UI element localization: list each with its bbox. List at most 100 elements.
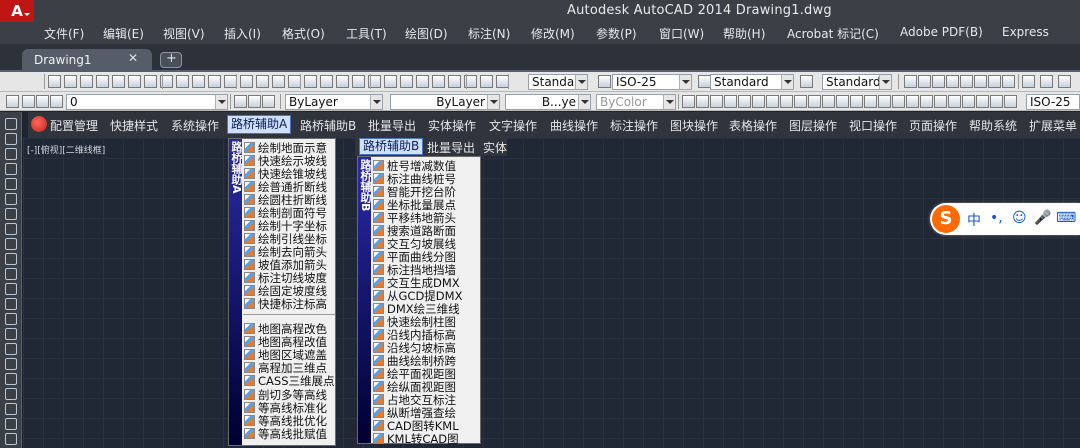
toolbar-button-icon[interactable] [766,95,779,108]
menu-item[interactable]: 绘普通折断线 [244,180,335,194]
toolbar-button-icon[interactable] [248,95,261,108]
toolbar-button-icon[interactable] [1004,95,1017,108]
menu-item[interactable]: 等高线批赋值 [244,427,335,441]
toolbar-button-icon[interactable] [352,75,365,88]
toolbar-button-icon[interactable] [6,95,19,108]
menu-item[interactable]: 绘纵面视距图 [373,380,480,394]
menu-item[interactable]: 绘制去向箭头 [244,245,335,259]
menu-dimension[interactable]: 标注(N) [468,25,510,42]
plugin-menu-text[interactable]: 文字操作 [489,117,537,134]
toolbar-button-icon[interactable] [240,75,253,88]
menu-window[interactable]: 窗口(W) [659,25,704,42]
draw-tool-icon[interactable] [5,403,17,415]
toolbar-button-icon[interactable] [976,95,989,108]
linetype-select[interactable]: ByLayer [390,94,500,110]
plugin-menu-quick-style[interactable]: 快捷样式 [110,117,158,134]
draw-tool-icon[interactable] [5,148,17,160]
draw-tool-icon[interactable] [5,358,17,370]
toolbar-button-icon[interactable] [1022,75,1035,88]
toolbar-button-icon[interactable] [208,75,221,88]
drawing-canvas[interactable] [23,138,1080,448]
menu-item[interactable]: KML转CAD图 [373,432,480,446]
toolbar-button-icon[interactable] [96,75,109,88]
toolbar-button-icon[interactable] [864,95,877,108]
menu-item[interactable]: 从GCD提DMX [373,289,480,303]
toolbar-button-icon[interactable] [808,95,821,108]
toolbar-button-icon[interactable] [962,95,975,108]
draw-tool-icon[interactable] [5,253,17,265]
toolbar-button-icon[interactable] [448,75,461,88]
draw-tool-icon[interactable] [5,193,17,205]
layer-select[interactable]: 0 [66,94,228,110]
menu-item[interactable]: 绘制引线坐标 [244,232,335,246]
menu-tools[interactable]: 工具(T) [346,25,387,42]
submenu-tab-batch-export[interactable]: 批量导出 [427,139,475,156]
menu-item[interactable]: DMX绘三维线 [373,302,480,316]
toolbar-button-icon[interactable] [696,95,709,108]
ime-mode-toggle[interactable]: 中 [967,210,981,230]
viewport-controls[interactable]: [-][俯视][二维线框] [27,143,105,156]
draw-tool-icon[interactable] [5,343,17,355]
toolbar-button-icon[interactable] [906,95,919,108]
toolbar-button-icon[interactable] [988,75,1001,88]
menu-item[interactable]: 地图区域遮盖 [244,348,335,362]
toolbar-button-icon[interactable] [946,75,959,88]
draw-tool-icon[interactable] [5,283,17,295]
tab-drawing1[interactable]: Drawing1 ✕ [22,49,152,72]
toolbar-button-icon[interactable] [50,95,63,108]
plugin-menu-entity[interactable]: 实体操作 [428,117,476,134]
toolbar-button-icon[interactable] [920,95,933,108]
toolbar-button-icon[interactable] [36,95,49,108]
menu-item[interactable]: 纵断增强查绘 [373,406,480,420]
toolbar-button-icon[interactable] [272,75,285,88]
menu-item[interactable]: 交互生成DMX [373,276,480,290]
plugin-menu-page[interactable]: 页面操作 [909,117,957,134]
toolbar-button-icon[interactable] [918,75,931,88]
menu-item[interactable]: 标注挡地挡墙 [373,263,480,277]
toolbar-button-icon[interactable] [974,75,987,88]
draw-tool-icon[interactable] [5,133,17,145]
toolbar-button-icon[interactable] [480,75,493,88]
menu-item[interactable]: 绘制剖面符号 [244,206,335,220]
toolbar-button-icon[interactable] [752,95,765,108]
toolbar-button-icon[interactable] [256,75,269,88]
plugin-menu-road-bridge-a[interactable]: 路桥辅助A [227,115,292,134]
menu-item[interactable]: 搜索道路断面 [373,224,480,238]
autocad-logo-icon[interactable]: A [0,0,34,22]
microphone-icon[interactable]: 🎤 [1034,210,1051,226]
color-select[interactable]: ByLayer [285,94,383,110]
menu-item[interactable]: CAD图转KML [373,419,480,433]
plugin-menu-dimension[interactable]: 标注操作 [610,117,658,134]
draw-tool-icon[interactable] [5,223,17,235]
menu-item[interactable]: 高程加三维点 [244,361,335,375]
plugin-menu-block[interactable]: 图块操作 [670,117,718,134]
draw-tool-icon[interactable] [5,388,17,400]
plotstyle-select[interactable]: ByColor [596,94,676,110]
plugin-menu-road-bridge-b[interactable]: 路桥辅助B [300,117,356,134]
draw-tool-icon[interactable] [5,328,17,340]
draw-tool-icon[interactable] [5,118,17,130]
toolbar-button-icon[interactable] [80,75,93,88]
toolbar-button-icon[interactable] [320,75,333,88]
menu-help[interactable]: 帮助(H) [723,25,765,42]
menu-file[interactable]: 文件(F) [44,25,84,42]
toolbar-button-icon[interactable] [336,75,349,88]
menu-edit[interactable]: 编辑(E) [103,25,144,42]
toolbar-button-icon[interactable] [1040,75,1053,88]
draw-tool-icon[interactable] [5,433,17,445]
menu-item[interactable]: 桩号增减数值 [373,159,480,173]
menu-draw[interactable]: 绘图(D) [405,25,448,42]
toolbar-button-icon[interactable] [22,95,35,108]
keyboard-icon[interactable]: ⌨ [1056,210,1076,226]
toolbar-button-icon[interactable] [724,95,737,108]
toolbar-button-icon[interactable] [400,75,413,88]
submenu-tab-road-bridge-b[interactable]: 路桥辅助B [359,138,424,155]
menu-item[interactable]: 快速绘锥坡线 [244,167,335,181]
toolbar-button-icon[interactable] [878,95,891,108]
toolbar-button-icon[interactable] [850,95,863,108]
menu-adobe-pdf[interactable]: Adobe PDF(B) [900,25,983,39]
draw-tool-icon[interactable] [5,178,17,190]
ime-logo-icon[interactable]: S [932,205,960,233]
toolbar-button-icon[interactable] [432,75,445,88]
menu-item[interactable]: 快速绘示坡线 [244,154,335,168]
